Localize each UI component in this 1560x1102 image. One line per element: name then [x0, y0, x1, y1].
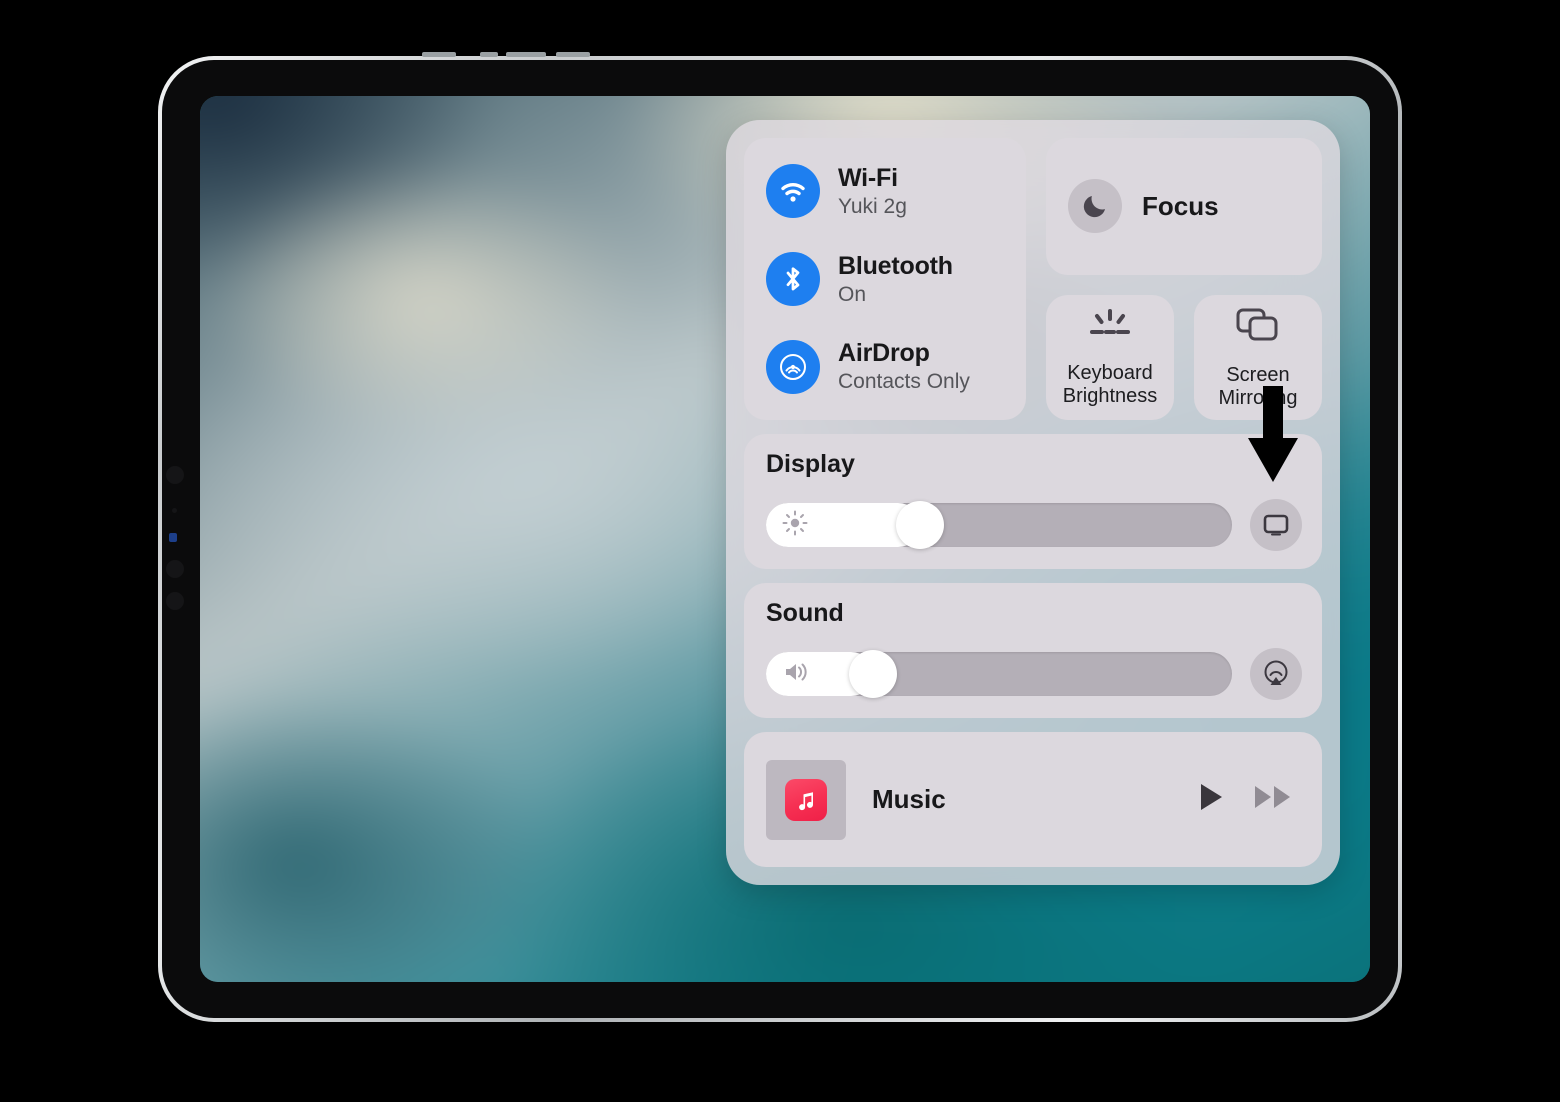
keyboard-brightness-icon	[1082, 307, 1138, 348]
sound-section-title: Sound	[766, 599, 844, 628]
keyboard-brightness-label-line1: Keyboard	[1067, 361, 1153, 384]
display-section-title: Display	[766, 450, 855, 478]
play-icon[interactable]	[1196, 781, 1226, 818]
display-preferences-icon[interactable]	[1250, 499, 1302, 552]
screen-mirroring-label-line1: Screen	[1226, 363, 1290, 386]
bluetooth-title: Bluetooth	[838, 251, 953, 280]
display-slider-row	[766, 499, 1302, 552]
bluetooth-row[interactable]: Bluetooth On	[766, 252, 1004, 307]
focus-label: Focus	[1142, 190, 1219, 221]
status-indicator-light	[169, 533, 177, 542]
display-brightness-slider[interactable]	[766, 501, 1232, 550]
focus-tile[interactable]: Focus	[1046, 138, 1322, 275]
top-button-left[interactable]	[422, 52, 456, 57]
display-tile: Display	[744, 434, 1322, 570]
airdrop-icon	[766, 339, 820, 394]
screen-mirroring-label-line2: Mirroring	[1218, 386, 1298, 409]
wifi-row[interactable]: Wi-Fi Yuki 2g	[766, 164, 1004, 219]
top-button-right[interactable]	[556, 52, 590, 57]
airdrop-title: AirDrop	[838, 339, 930, 368]
volume-button[interactable]	[506, 52, 546, 57]
connectivity-tile[interactable]: Wi-Fi Yuki 2g Bluetooth On AirDrop Conta…	[744, 138, 1026, 420]
control-center-panel: Wi-Fi Yuki 2g Bluetooth On AirDrop Conta…	[726, 120, 1340, 885]
screen-mirroring-label: Screen Mirroring	[1219, 364, 1298, 410]
power-button[interactable]	[480, 52, 498, 57]
album-art-placeholder	[766, 759, 846, 840]
sound-slider-row	[766, 648, 1302, 701]
screen-mirroring-icon	[1234, 305, 1282, 350]
microphone-dot-middle	[166, 560, 184, 578]
airplay-audio-icon[interactable]	[1250, 648, 1302, 701]
speaker-icon	[782, 659, 812, 690]
wifi-title: Wi-Fi	[838, 164, 898, 192]
sensor-dot	[172, 508, 177, 513]
sound-tile: Sound	[744, 583, 1322, 719]
fast-forward-icon[interactable]	[1252, 781, 1296, 818]
airdrop-row[interactable]: AirDrop Contacts Only	[766, 339, 1004, 394]
sound-slider-knob[interactable]	[849, 650, 898, 699]
bluetooth-status: On	[838, 282, 867, 306]
control-center-right-column: Focus Keyboard Brightness Screen Mirrori…	[1046, 138, 1322, 420]
microphone-dot-bottom	[166, 592, 184, 610]
music-app-icon	[785, 778, 827, 821]
moon-icon	[1068, 179, 1122, 234]
display-slider-knob[interactable]	[895, 501, 944, 550]
bluetooth-icon	[766, 251, 820, 306]
music-player-tile[interactable]: Music	[744, 732, 1322, 867]
wifi-icon	[766, 164, 820, 219]
wifi-network-name: Yuki 2g	[838, 195, 907, 218]
music-transport-controls	[1196, 781, 1296, 818]
quick-tiles-row: Keyboard Brightness Screen Mirroring	[1046, 294, 1322, 420]
brightness-icon	[782, 510, 808, 541]
screen-mirroring-tile[interactable]: Screen Mirroring	[1194, 294, 1322, 420]
keyboard-brightness-label: Keyboard Brightness	[1063, 362, 1158, 408]
music-title: Music	[872, 784, 946, 815]
keyboard-brightness-label-line2: Brightness	[1062, 384, 1158, 407]
airdrop-visibility: Contacts Only	[838, 370, 970, 394]
microphone-dot-top	[166, 466, 184, 484]
control-center-top-row: Wi-Fi Yuki 2g Bluetooth On AirDrop Conta…	[744, 138, 1322, 420]
sound-volume-slider[interactable]	[766, 650, 1232, 699]
keyboard-brightness-tile[interactable]: Keyboard Brightness	[1046, 294, 1174, 420]
